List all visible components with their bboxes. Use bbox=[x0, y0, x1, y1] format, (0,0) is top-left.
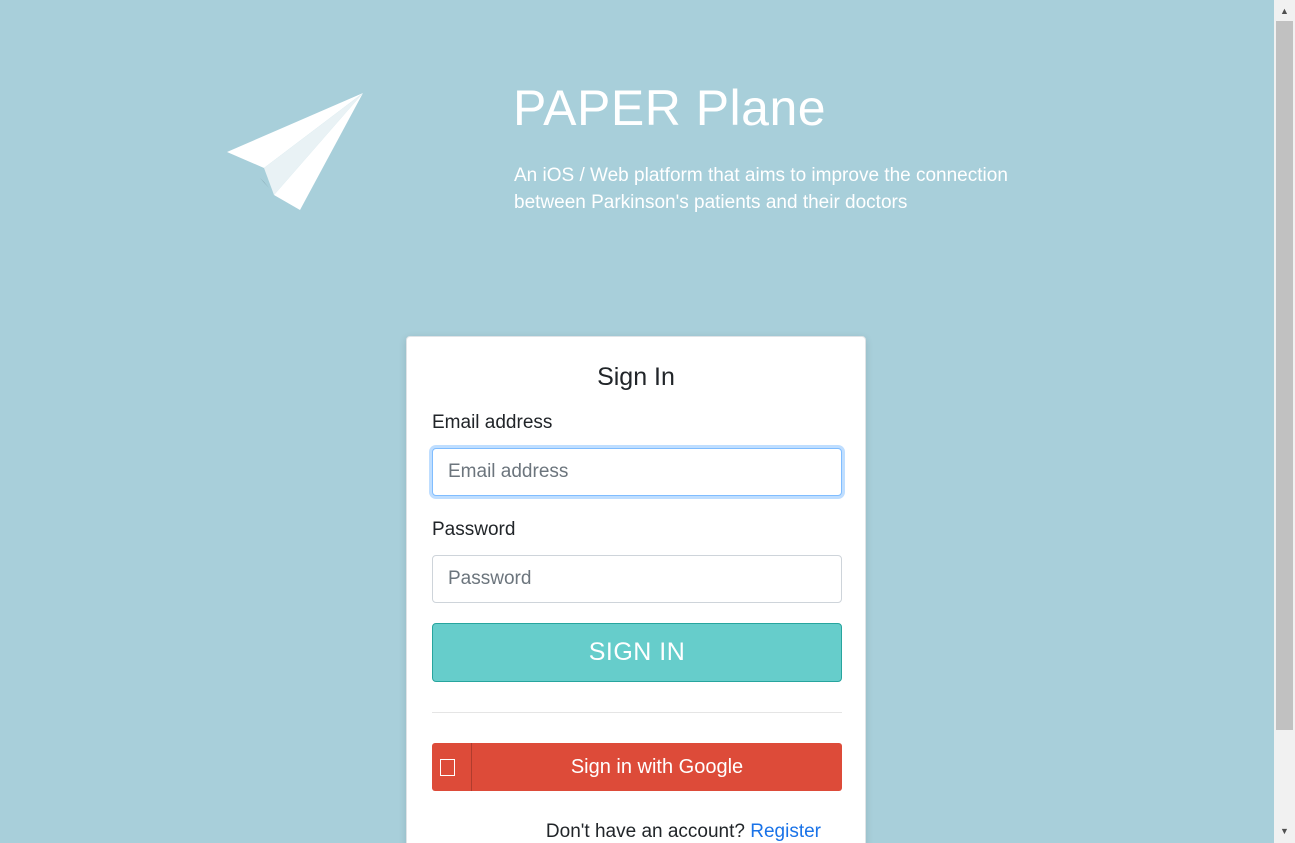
vertical-scrollbar[interactable]: ▲ ▼ bbox=[1274, 0, 1295, 843]
email-label: Email address bbox=[432, 412, 553, 433]
app-tagline: An iOS / Web platform that aims to impro… bbox=[514, 162, 1094, 216]
signin-card: Sign In Email address Password SIGN IN S… bbox=[406, 336, 866, 843]
email-field[interactable] bbox=[432, 448, 842, 496]
divider bbox=[432, 712, 842, 713]
google-icon bbox=[432, 743, 472, 791]
paper-plane-icon bbox=[227, 93, 363, 210]
google-sign-in-button[interactable]: Sign in with Google bbox=[432, 743, 842, 791]
scroll-down-arrow-icon[interactable]: ▼ bbox=[1274, 823, 1295, 840]
tagline-line-2: between Parkinson's patients and their d… bbox=[514, 192, 908, 213]
register-prompt: Don't have an account? bbox=[545, 821, 745, 842]
scroll-up-arrow-icon[interactable]: ▲ bbox=[1274, 3, 1295, 20]
tagline-line-1: An iOS / Web platform that aims to impro… bbox=[514, 165, 1008, 186]
scrollbar-thumb[interactable] bbox=[1276, 21, 1293, 730]
sign-in-button[interactable]: SIGN IN bbox=[432, 623, 842, 682]
register-link[interactable]: Register bbox=[750, 821, 821, 842]
password-label: Password bbox=[432, 519, 516, 540]
app-title: PAPER Plane bbox=[513, 80, 827, 136]
register-prompt-row: Don't have an account? Register bbox=[546, 821, 821, 843]
google-sign-in-label: Sign in with Google bbox=[570, 756, 744, 778]
password-field[interactable] bbox=[432, 555, 842, 603]
signin-title: Sign In bbox=[597, 363, 675, 391]
